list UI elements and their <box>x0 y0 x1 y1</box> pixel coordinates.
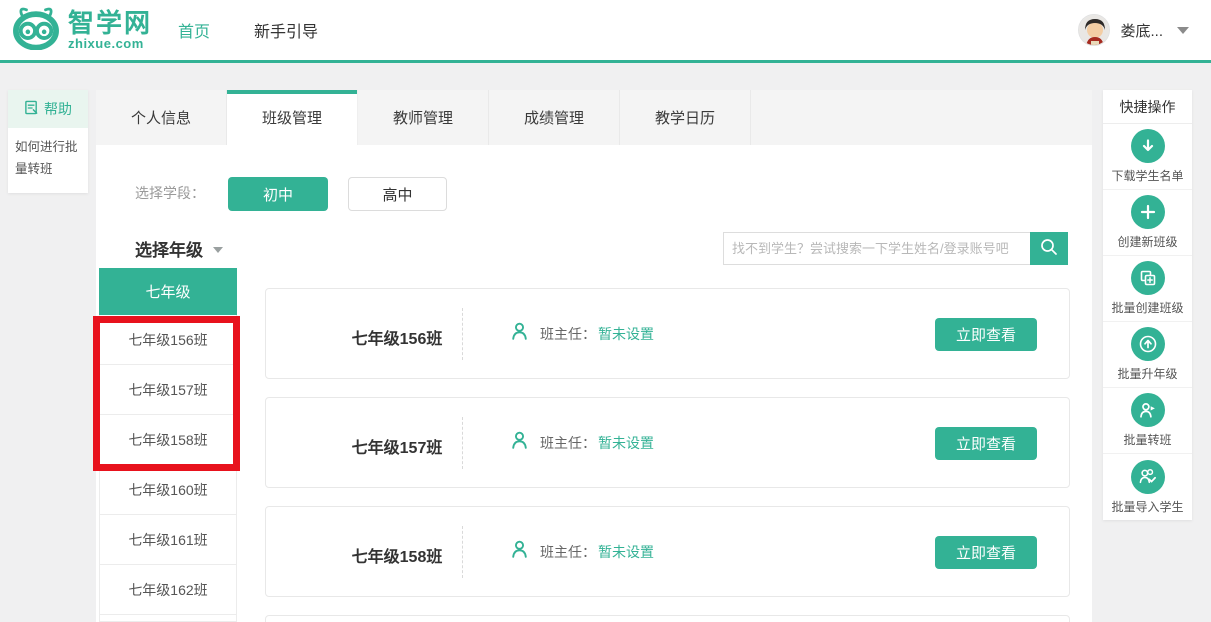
help-panel: 帮助 如何进行批量转班 <box>8 90 88 193</box>
person-icon <box>509 321 530 347</box>
tab-personal-info[interactable]: 个人信息 <box>96 90 227 145</box>
head-teacher-label: 班主任： <box>540 433 596 453</box>
quick-action-batch-transfer[interactable]: 批量转班 <box>1103 388 1192 454</box>
dashed-divider <box>462 526 463 578</box>
class-card-name: 七年级156班 <box>324 325 470 349</box>
class-card-name: 七年级157班 <box>324 434 470 458</box>
arrow-up-circle-icon <box>1131 327 1165 361</box>
user-menu[interactable]: 娄底... <box>1078 14 1189 46</box>
class-list-item-157[interactable]: 七年级157班 <box>99 365 237 415</box>
help-panel-header: 帮助 <box>8 90 88 128</box>
grade-list-header-grade7[interactable]: 七年级 <box>99 268 237 315</box>
help-title: 帮助 <box>44 99 72 119</box>
brand-name: 智学网 <box>68 10 152 36</box>
username: 娄底... <box>1120 20 1163 41</box>
plus-icon <box>1131 195 1165 229</box>
quick-actions-panel: 快捷操作 下载学生名单 创建新班级 <box>1103 90 1192 520</box>
help-doc-icon <box>24 100 39 118</box>
chevron-down-icon[interactable] <box>1177 27 1189 34</box>
avatar[interactable] <box>1078 14 1110 46</box>
student-search-input[interactable] <box>723 232 1030 265</box>
class-list-item-158[interactable]: 七年级158班 <box>99 415 237 465</box>
class-list-item-partial <box>99 615 237 622</box>
head-teacher-label: 班主任： <box>540 542 596 562</box>
download-icon <box>1131 129 1165 163</box>
quick-action-batch-import-students[interactable]: 批量导入学生 <box>1103 454 1192 520</box>
search-button[interactable] <box>1030 232 1068 265</box>
class-card-name: 七年级158班 <box>324 543 470 567</box>
quick-action-download-roster[interactable]: 下载学生名单 <box>1103 124 1192 190</box>
brand-domain: zhixue.com <box>68 37 152 50</box>
view-now-button[interactable]: 立即查看 <box>935 536 1037 569</box>
tab-teacher-management[interactable]: 教师管理 <box>358 90 489 145</box>
class-card-partial <box>265 615 1070 622</box>
class-card-158: 七年级158班 班主任： 暂未设置 立即查看 <box>265 506 1070 597</box>
stage-junior-button[interactable]: 初中 <box>228 177 328 211</box>
quick-actions-title: 快捷操作 <box>1103 90 1192 124</box>
class-list-item-160[interactable]: 七年级160班 <box>99 465 237 515</box>
quick-action-batch-grade-up[interactable]: 批量升年级 <box>1103 322 1192 388</box>
tab-class-management[interactable]: 班级管理 <box>227 90 358 145</box>
chevron-down-icon <box>213 247 223 253</box>
tab-bar: 个人信息 班级管理 教师管理 成绩管理 教学日历 <box>96 90 1092 145</box>
head-teacher-not-set-link[interactable]: 暂未设置 <box>598 433 654 453</box>
help-link-batch-transfer[interactable]: 如何进行批量转班 <box>8 128 88 193</box>
person-icon <box>509 430 530 456</box>
dashed-divider <box>462 308 463 360</box>
class-list-item-161[interactable]: 七年级161班 <box>99 515 237 565</box>
grade-selector-label: 选择年级 <box>135 236 203 261</box>
class-list-sidebar: 七年级 七年级156班 七年级157班 七年级158班 七年级160班 七年级1… <box>99 268 237 622</box>
view-now-button[interactable]: 立即查看 <box>935 318 1037 351</box>
owl-logo-icon <box>12 6 60 55</box>
person-transfer-icon <box>1131 393 1165 427</box>
people-import-icon <box>1131 460 1165 494</box>
search-icon <box>1039 237 1059 260</box>
top-header: 智学网 zhixue.com 首页 新手引导 娄底... <box>0 0 1211 63</box>
class-list-item-162[interactable]: 七年级162班 <box>99 565 237 615</box>
grade-selector-dropdown[interactable]: 选择年级 <box>135 236 223 261</box>
dashed-divider <box>462 417 463 469</box>
class-card-157: 七年级157班 班主任： 暂未设置 立即查看 <box>265 397 1070 488</box>
quick-action-create-class[interactable]: 创建新班级 <box>1103 190 1192 256</box>
brand-logo[interactable]: 智学网 zhixue.com <box>12 6 152 55</box>
quick-action-batch-create-classes[interactable]: 批量创建班级 <box>1103 256 1192 322</box>
head-teacher-label: 班主任： <box>540 324 596 344</box>
student-search <box>723 232 1068 265</box>
head-teacher-not-set-link[interactable]: 暂未设置 <box>598 542 654 562</box>
class-list-item-156[interactable]: 七年级156班 <box>99 315 237 365</box>
view-now-button[interactable]: 立即查看 <box>935 427 1037 460</box>
nav-home[interactable]: 首页 <box>178 18 210 42</box>
head-teacher-not-set-link[interactable]: 暂未设置 <box>598 324 654 344</box>
tab-teaching-calendar[interactable]: 教学日历 <box>620 90 751 145</box>
class-card-156: 七年级156班 班主任： 暂未设置 立即查看 <box>265 288 1070 379</box>
stage-senior-button[interactable]: 高中 <box>348 177 447 211</box>
tab-score-management[interactable]: 成绩管理 <box>489 90 620 145</box>
person-icon <box>509 539 530 565</box>
app-screen: 智学网 zhixue.com 首页 新手引导 娄底... <box>0 0 1211 622</box>
nav-newbie-guide[interactable]: 新手引导 <box>254 18 318 42</box>
stage-selector-label: 选择学段： <box>135 183 205 203</box>
copy-plus-icon <box>1131 261 1165 295</box>
